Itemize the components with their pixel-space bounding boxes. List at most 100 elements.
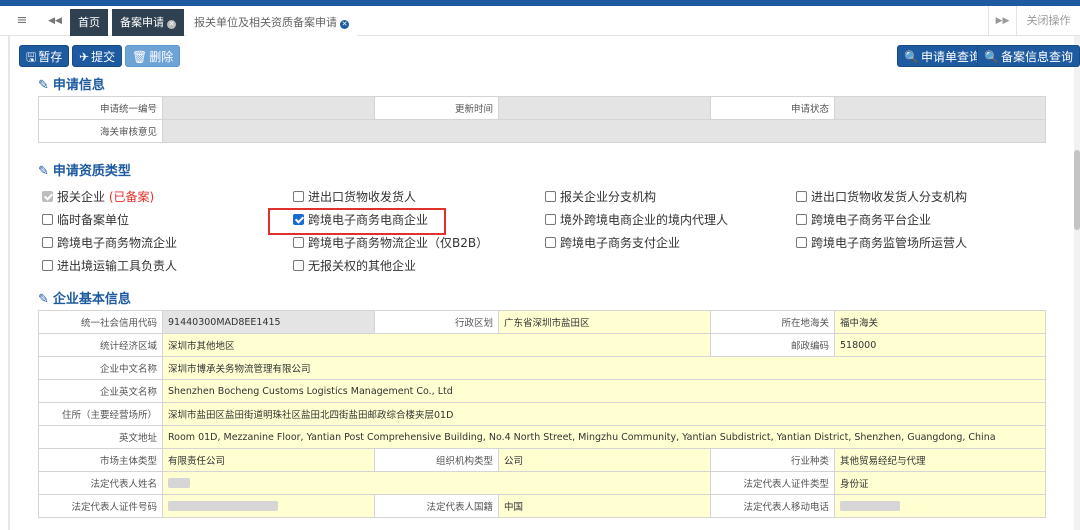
close-operations-button[interactable]: 关闭操作 <box>1016 6 1080 36</box>
address-field[interactable]: 深圳市盐田区盐田街道明珠社区盐田北四街盐田邮政综合楼夹层01D <box>162 402 1046 426</box>
label-cn-name: 企业中文名称 <box>38 356 163 380</box>
legal-mobile-field[interactable] <box>834 494 1046 518</box>
tab-customs-unit-filing[interactable]: 报关单位及相关资质备案申请 ✕ <box>186 9 357 36</box>
send-icon: ✈ <box>79 50 90 64</box>
checkbox[interactable] <box>796 237 807 248</box>
checkbox[interactable] <box>42 260 53 271</box>
redacted-text <box>168 478 190 488</box>
scroll-right-icon[interactable]: ▶▶ <box>988 6 1016 36</box>
tab-bar: ≡ ◀◀ 首页 备案申请 ✕ 报关单位及相关资质备案申请 ✕ ▶▶ 关闭操作 <box>0 6 1080 36</box>
qual-option-label: 进出口货物收发货人分支机构 <box>811 190 968 204</box>
section1-title-text: 申请信息 <box>52 78 105 93</box>
enterprise-info-table: 统一社会信用代码 91440300MAD8EE1415 行政区划 广东省深圳市盐… <box>38 310 1046 518</box>
admin-region-field[interactable]: 广东省深圳市盐田区 <box>498 310 711 334</box>
section3-title-text: 企业基本信息 <box>52 292 131 307</box>
qual-option-temporary-unit[interactable]: 临时备案单位 <box>42 212 129 228</box>
checkbox[interactable] <box>545 214 556 225</box>
menu-icon[interactable]: ≡ <box>10 6 34 36</box>
query-application-button[interactable]: 🔍 申请单查询 <box>897 45 988 67</box>
checkbox[interactable] <box>42 237 53 248</box>
industry-field[interactable]: 其他贸易经纪与代理 <box>834 448 1046 472</box>
legal-id-no-field[interactable] <box>162 494 375 518</box>
qual-option-transport-operator[interactable]: 进出境运输工具负责人 <box>42 258 177 274</box>
delete-button[interactable]: 🗑 删除 <box>125 45 181 67</box>
qual-option-label: 跨境电子商务监管场所运营人 <box>811 236 968 250</box>
checkbox-disabled-checked <box>42 191 53 202</box>
customs-field[interactable]: 福中海关 <box>834 310 1046 334</box>
qual-option-importer-branch[interactable]: 进出口货物收发货人分支机构 <box>796 189 967 205</box>
scrollbar-thumb[interactable] <box>1074 150 1080 230</box>
close-icon[interactable]: ✕ <box>340 20 349 29</box>
label-admin-region: 行政区划 <box>374 310 499 334</box>
query-record-label: 备案信息查询 <box>1000 50 1073 64</box>
save-label: 暂存 <box>38 50 63 64</box>
en-address-field[interactable]: Room 01D, Mezzanine Floor, Yantian Post … <box>162 425 1046 449</box>
scroll-left-icon[interactable]: ◀◀ <box>40 6 70 36</box>
econ-zone-field[interactable]: 深圳市其他地区 <box>162 333 711 357</box>
edit-icon: ✎ <box>38 78 49 93</box>
qual-option-label: 临时备案单位 <box>57 213 130 227</box>
qual-option-label: 进出口货物收发货人 <box>308 190 417 204</box>
qual-option-importer-exporter[interactable]: 进出口货物收发货人 <box>293 189 416 205</box>
qual-option-cbec-supervision[interactable]: 跨境电子商务监管场所运营人 <box>796 235 967 251</box>
checkbox[interactable] <box>293 237 304 248</box>
section-title-application-info: ✎ 申请信息 <box>38 74 105 93</box>
qual-option-broker-branch[interactable]: 报关企业分支机构 <box>545 189 656 205</box>
market-type-field[interactable]: 有限责任公司 <box>162 448 375 472</box>
save-button[interactable]: 🖫 暂存 <box>19 45 70 67</box>
status-field <box>834 96 1046 120</box>
section-title-enterprise-info: ✎ 企业基本信息 <box>38 288 131 307</box>
label-updated-time: 更新时间 <box>374 96 499 120</box>
redacted-text <box>168 501 278 511</box>
label-customs: 所在地海关 <box>710 310 835 334</box>
label-org-type: 组织机构类型 <box>374 448 499 472</box>
credit-code-field: 91440300MAD8EE1415 <box>162 310 375 334</box>
trash-icon: 🗑 <box>132 50 148 64</box>
postal-field[interactable]: 518000 <box>834 333 1046 357</box>
legal-nation-field[interactable]: 中国 <box>498 494 711 518</box>
tab-home[interactable]: 首页 <box>70 9 108 36</box>
checkbox[interactable] <box>293 191 304 202</box>
label-unified-no: 申请统一编号 <box>38 96 163 120</box>
tab-filing-request[interactable]: 备案申请 ✕ <box>112 9 184 36</box>
query-record-button[interactable]: 🔍 备案信息查询 <box>977 45 1080 67</box>
tab-filing-request-label: 备案申请 <box>120 16 164 29</box>
registered-tag: (已备案) <box>108 190 155 204</box>
legal-id-type-field[interactable]: 身份证 <box>834 471 1046 495</box>
legal-rep-field[interactable] <box>162 471 711 495</box>
cn-name-field[interactable]: 深圳市博承关务物流管理有限公司 <box>162 356 1046 380</box>
checkbox[interactable] <box>293 260 304 271</box>
en-name-field[interactable]: Shenzhen Bocheng Customs Logistics Manag… <box>162 379 1046 403</box>
qual-option-cbec-logistics[interactable]: 跨境电子商务物流企业 <box>42 235 177 251</box>
tab-home-label: 首页 <box>78 16 100 29</box>
label-legal-id-type: 法定代表人证件类型 <box>710 471 835 495</box>
org-type-field[interactable]: 公司 <box>498 448 711 472</box>
tab-customs-unit-filing-label: 报关单位及相关资质备案申请 <box>194 16 337 29</box>
qual-option-customs-broker[interactable]: 报关企业 (已备案) <box>42 189 154 205</box>
qual-option-label: 境外跨境电商企业的境内代理人 <box>560 213 729 227</box>
customs-review-field <box>162 119 1046 143</box>
qual-option-label: 报关企业 <box>57 190 106 204</box>
label-address: 住所（主要经营场所） <box>38 402 163 426</box>
checkbox[interactable] <box>545 237 556 248</box>
qual-option-other-enterprise[interactable]: 无报关权的其他企业 <box>293 258 416 274</box>
qual-option-cbec-payment[interactable]: 跨境电子商务支付企业 <box>545 235 680 251</box>
checkbox[interactable] <box>42 214 53 225</box>
label-en-address: 英文地址 <box>38 425 163 449</box>
label-status: 申请状态 <box>710 96 835 120</box>
close-icon[interactable]: ✕ <box>167 20 176 29</box>
checkbox[interactable] <box>796 214 807 225</box>
checkbox[interactable] <box>796 191 807 202</box>
qual-option-cbec-platform[interactable]: 跨境电子商务平台企业 <box>796 212 931 228</box>
edit-icon: ✎ <box>38 164 49 179</box>
label-postal: 邮政编码 <box>710 333 835 357</box>
checkbox[interactable] <box>545 191 556 202</box>
submit-button[interactable]: ✈ 提交 <box>72 45 123 67</box>
qual-option-cbec-logistics-b2b[interactable]: 跨境电子商务物流企业（仅B2B） <box>293 235 488 251</box>
qual-option-label: 跨境电子商务物流企业 <box>57 236 178 250</box>
scrollbar-track[interactable] <box>1074 36 1080 530</box>
label-legal-mobile: 法定代表人移动电话 <box>710 494 835 518</box>
qual-option-overseas-agent[interactable]: 境外跨境电商企业的境内代理人 <box>545 212 728 228</box>
qual-option-label: 跨境电子商务支付企业 <box>560 236 681 250</box>
qual-option-label: 跨境电子商务物流企业（仅B2B） <box>308 236 489 250</box>
